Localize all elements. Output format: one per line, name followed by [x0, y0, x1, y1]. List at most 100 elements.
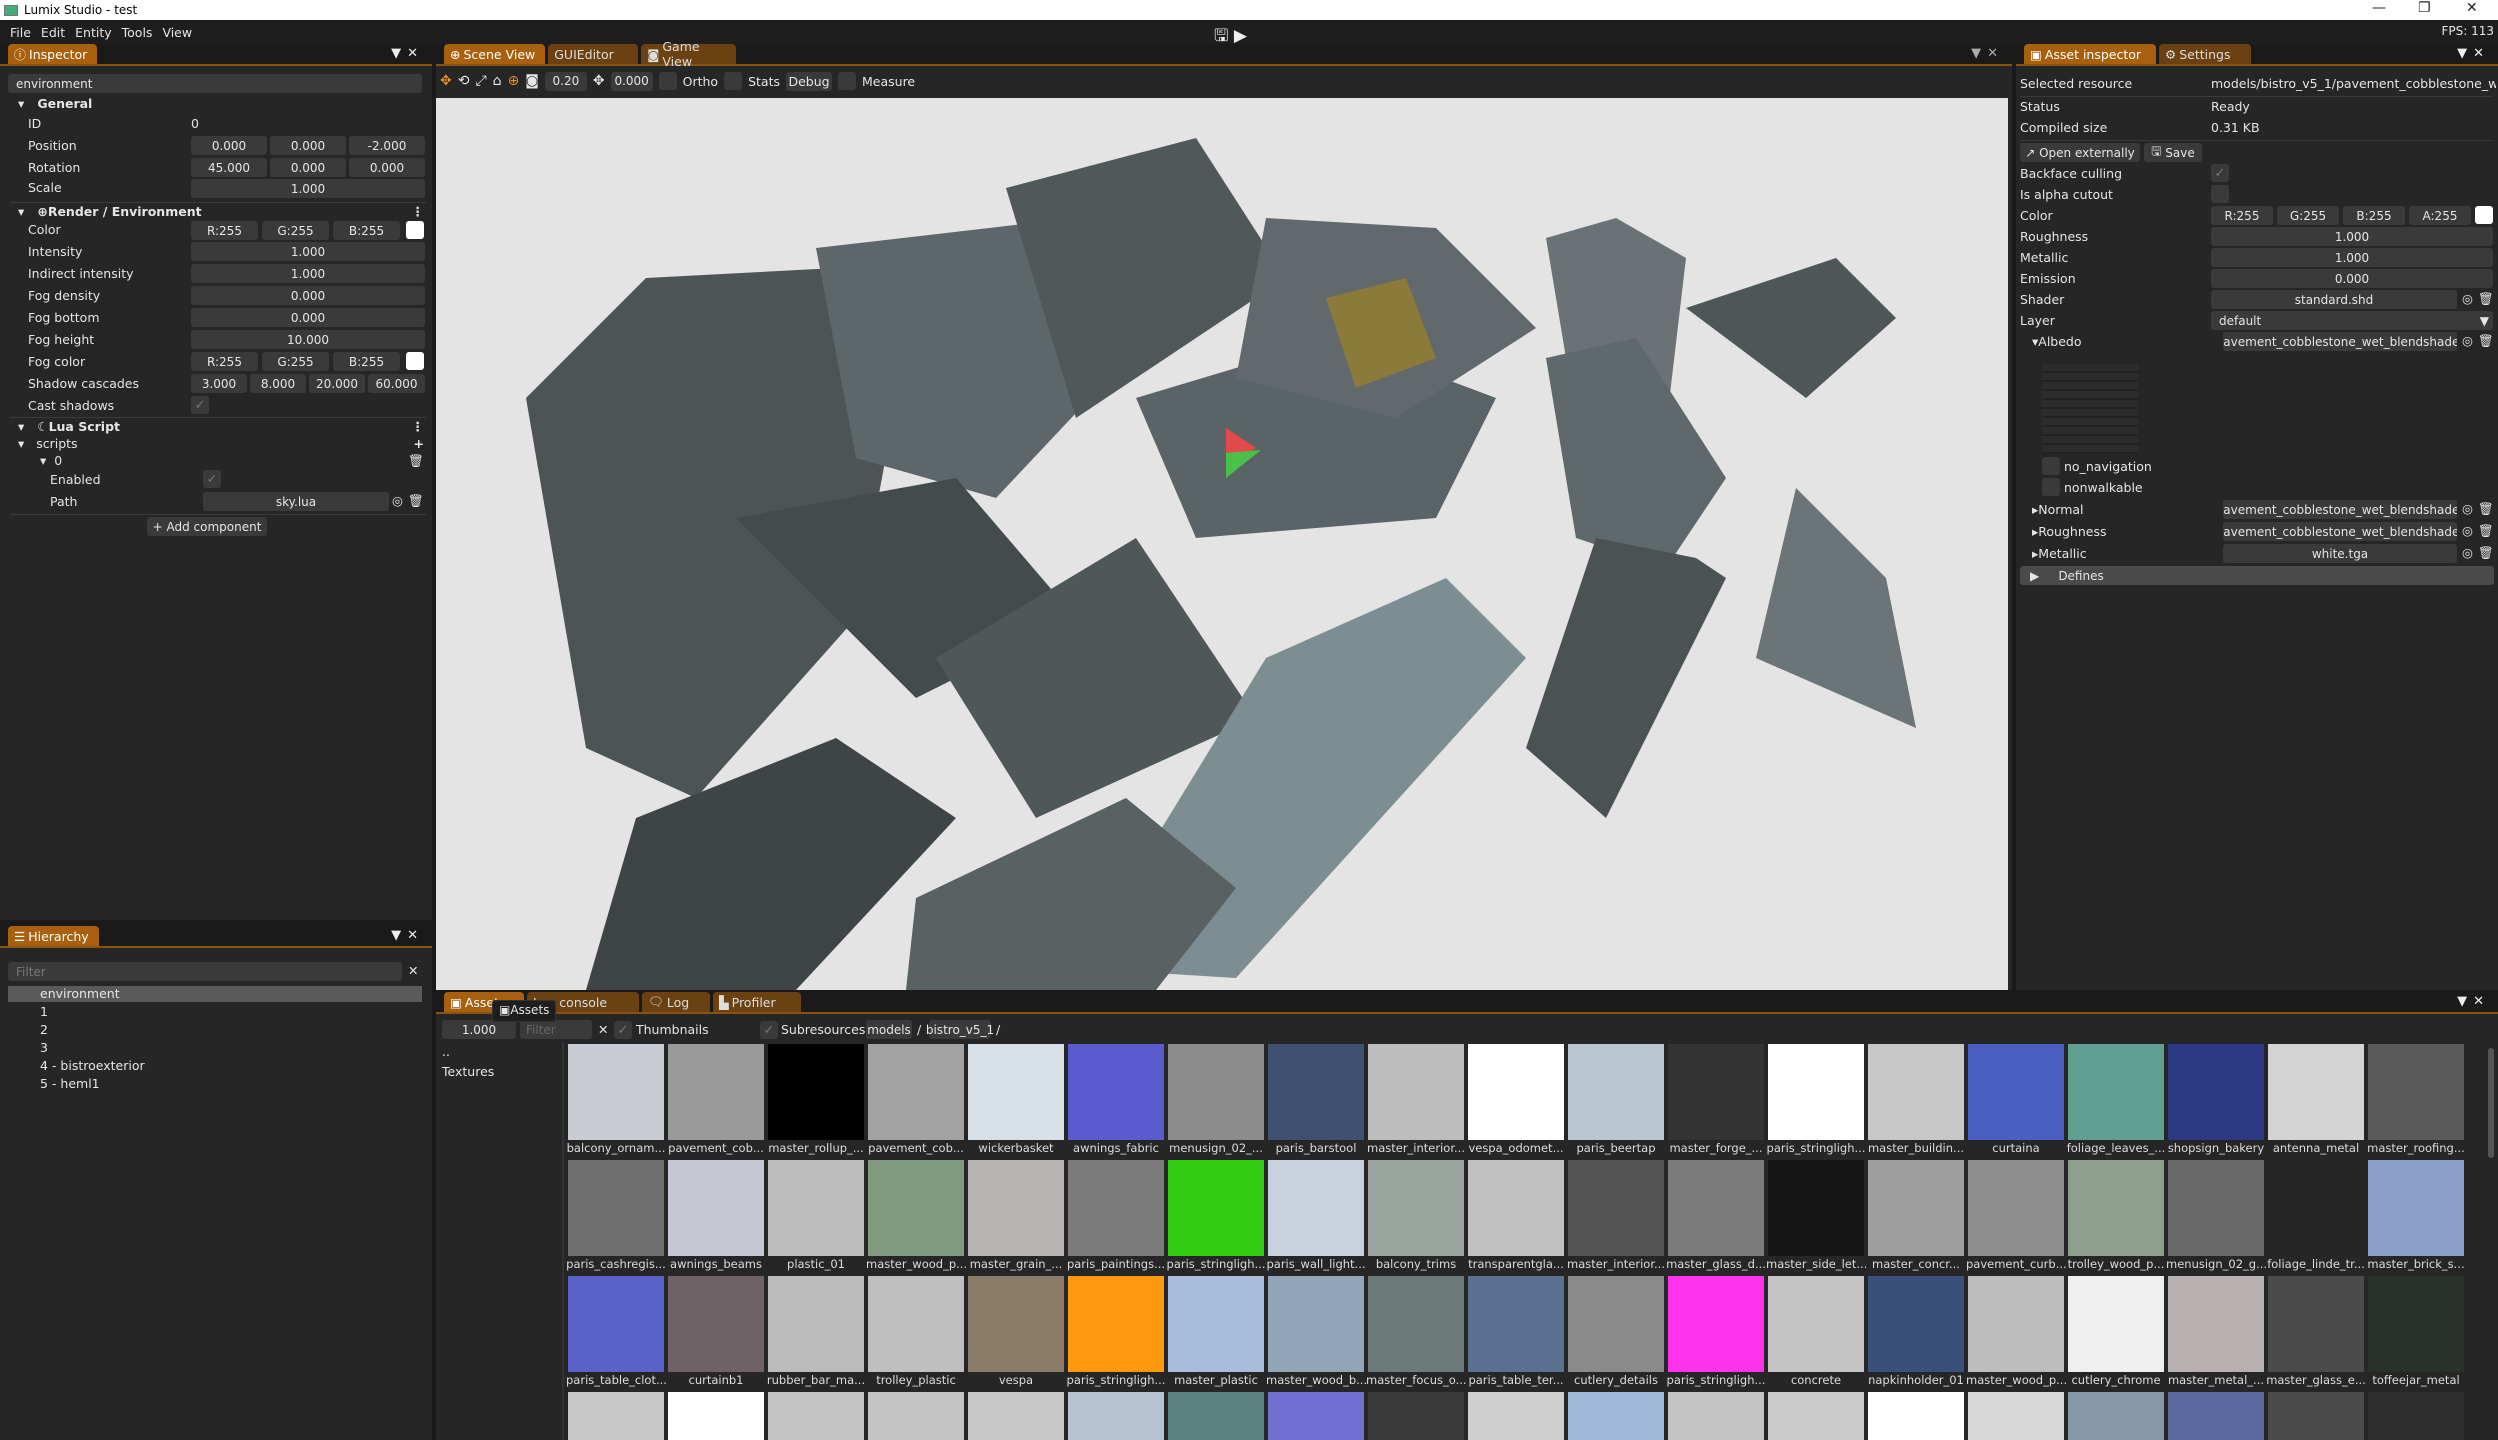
panel-controls[interactable]: ▼✕ — [1971, 46, 2004, 61]
cascade-1[interactable]: 8.000 — [250, 374, 306, 393]
asset-label[interactable]: paris_stringligh... — [1666, 1373, 1766, 1387]
asset-label[interactable]: wickerbasket — [966, 1141, 1066, 1155]
more-icon[interactable]: ⋮ — [412, 419, 425, 434]
menu-file[interactable]: File — [10, 25, 31, 40]
cascade-3[interactable]: 60.000 — [368, 374, 425, 393]
asset-thumbnail[interactable] — [1868, 1044, 1964, 1140]
asset-thumbnail[interactable] — [1468, 1160, 1564, 1256]
asset-label[interactable]: paris_table_ter... — [1466, 1373, 1566, 1387]
metallic-tex-toggle[interactable]: ▸Metallic — [2032, 546, 2087, 561]
breadcrumb-models[interactable]: models — [866, 1020, 912, 1039]
tab-log[interactable]: 🗨 Log — [642, 992, 710, 1012]
asset-label[interactable]: master_metal_... — [2166, 1373, 2266, 1387]
defines-header[interactable]: ▶ Defines — [2020, 566, 2494, 585]
asset-thumbnail[interactable] — [1968, 1392, 2064, 1440]
asset-thumbnail[interactable] — [968, 1392, 1064, 1440]
path-input[interactable]: sky.lua — [203, 492, 389, 511]
asset-label[interactable]: master_wood_p... — [866, 1257, 966, 1271]
fog-height-input[interactable]: 10.000 — [191, 330, 425, 349]
asset-thumbnail[interactable] — [2268, 1392, 2364, 1440]
asset-thumbnail[interactable] — [1468, 1392, 1564, 1440]
dir-parent[interactable]: .. — [442, 1044, 450, 1059]
panel-controls[interactable]: ▼✕ — [2457, 994, 2490, 1009]
asset-label[interactable]: menusign_02_g... — [2166, 1257, 2266, 1271]
asset-thumbnail[interactable] — [668, 1392, 764, 1440]
asset-thumbnail[interactable] — [1568, 1160, 1664, 1256]
asset-filter-input[interactable]: Filter — [520, 1020, 592, 1039]
tab-profiler[interactable]: ▙ Profiler — [713, 992, 801, 1012]
asset-label[interactable]: master_glass_d... — [1666, 1257, 1766, 1271]
asset-thumbnail[interactable] — [2368, 1044, 2464, 1140]
asset-label[interactable]: plastic_01 — [766, 1257, 866, 1271]
asset-label[interactable]: foliage_linde_tr... — [2266, 1257, 2366, 1271]
asset-thumbnail[interactable] — [1768, 1044, 1864, 1140]
browse-icon[interactable]: ◎ — [392, 493, 403, 508]
asset-thumbnail[interactable] — [868, 1276, 964, 1372]
asset-label[interactable]: rubber_bar_ma... — [766, 1373, 866, 1387]
layer-select[interactable]: default ▼ — [2211, 311, 2493, 330]
asset-label[interactable]: master_plastic — [1166, 1373, 1266, 1387]
metallic-input[interactable]: 1.000 — [2211, 248, 2493, 267]
asset-label[interactable]: master_glass_e... — [2266, 1373, 2366, 1387]
asset-label[interactable]: paris_beertap — [1566, 1141, 1666, 1155]
alpha-cutout-checkbox[interactable] — [2211, 185, 2229, 203]
backface-checkbox[interactable]: ✓ — [2211, 164, 2229, 182]
asset-thumbnail[interactable] — [2068, 1276, 2164, 1372]
asset-label[interactable]: master_roofing... — [2366, 1141, 2466, 1155]
scripts-array[interactable]: ▾ scripts + — [18, 436, 424, 451]
thumbnails-checkbox[interactable]: ✓ — [614, 1021, 632, 1039]
trash-icon[interactable]: 🗑 — [408, 493, 424, 509]
emission-input[interactable]: 0.000 — [2211, 269, 2493, 288]
asset-thumbnail[interactable] — [668, 1044, 764, 1140]
position-z[interactable]: -2.000 — [349, 136, 425, 155]
asset-label[interactable]: pavement_cob... — [666, 1141, 766, 1155]
cascade-0[interactable]: 3.000 — [191, 374, 247, 393]
fog-color-b[interactable]: B:255 — [333, 352, 400, 371]
roughness-tex-input[interactable]: pavement_cobblestone_wet_blendshader — [2223, 522, 2457, 541]
position-x[interactable]: 0.000 — [191, 136, 267, 155]
stats-checkbox[interactable] — [724, 72, 743, 90]
no-navigation-checkbox[interactable] — [2042, 457, 2060, 475]
asset-label[interactable]: curtainb1 — [666, 1373, 766, 1387]
snap-step-input[interactable]: 0.000 — [610, 71, 653, 91]
trash-icon[interactable]: 🗑 — [2478, 291, 2494, 307]
asset-label[interactable]: master_forge_... — [1666, 1141, 1766, 1155]
thumbnail-size-slider[interactable]: 1.000 — [442, 1020, 516, 1039]
color-swatch[interactable] — [406, 221, 424, 239]
asset-label[interactable]: vespa — [966, 1373, 1066, 1387]
asset-label[interactable]: paris_stringligh... — [1066, 1373, 1166, 1387]
asset-label[interactable]: toffeejar_metal — [2366, 1373, 2466, 1387]
asset-thumbnail[interactable] — [1568, 1044, 1664, 1140]
browse-icon[interactable]: ◎ — [2462, 523, 2473, 538]
more-icon[interactable]: ⋮ — [412, 204, 425, 219]
asset-thumbnail[interactable] — [668, 1276, 764, 1372]
asset-label[interactable]: master_side_let... — [1766, 1257, 1866, 1271]
asset-label[interactable]: master_rollup_... — [766, 1141, 866, 1155]
asset-thumbnail[interactable] — [1768, 1276, 1864, 1372]
tab-settings[interactable]: ⚙ Settings — [2159, 44, 2251, 64]
browse-icon[interactable]: ◎ — [2462, 545, 2473, 560]
menu-tools[interactable]: Tools — [122, 25, 153, 40]
globe-icon[interactable]: ⊕ — [508, 73, 520, 89]
asset-label[interactable]: paris_wall_light... — [1266, 1257, 1366, 1271]
asset-label[interactable]: master_wood_b... — [1266, 1373, 1366, 1387]
panel-controls[interactable]: ▼✕ — [391, 928, 424, 943]
rotation-z[interactable]: 0.000 — [349, 158, 425, 177]
asset-label[interactable]: master_brick_s... — [2366, 1257, 2466, 1271]
indirect-input[interactable]: 1.000 — [191, 264, 425, 283]
asset-thumbnail[interactable] — [1368, 1276, 1464, 1372]
asset-thumbnail[interactable] — [568, 1392, 664, 1440]
asset-thumbnail[interactable] — [1168, 1044, 1264, 1140]
fog-color-swatch[interactable] — [406, 352, 424, 370]
hierarchy-filter-input[interactable]: Filter — [8, 962, 402, 981]
asset-thumbnail[interactable] — [2368, 1160, 2464, 1256]
add-icon[interactable]: + — [414, 436, 424, 451]
roughness-input[interactable]: 1.000 — [2211, 227, 2493, 246]
rotation-x[interactable]: 45.000 — [191, 158, 267, 177]
dir-textures[interactable]: Textures — [442, 1064, 494, 1079]
tab-inspector[interactable]: ⓘ Inspector — [8, 44, 98, 64]
section-render-environment[interactable]: ▾ ⊕Render / Environment ⋮ — [18, 204, 424, 219]
tab-gui-editor[interactable]: GUIEditor — [548, 44, 639, 64]
asset-thumbnail[interactable] — [768, 1392, 864, 1440]
albedo-input[interactable]: pavement_cobblestone_wet_blendshader — [2223, 332, 2457, 351]
